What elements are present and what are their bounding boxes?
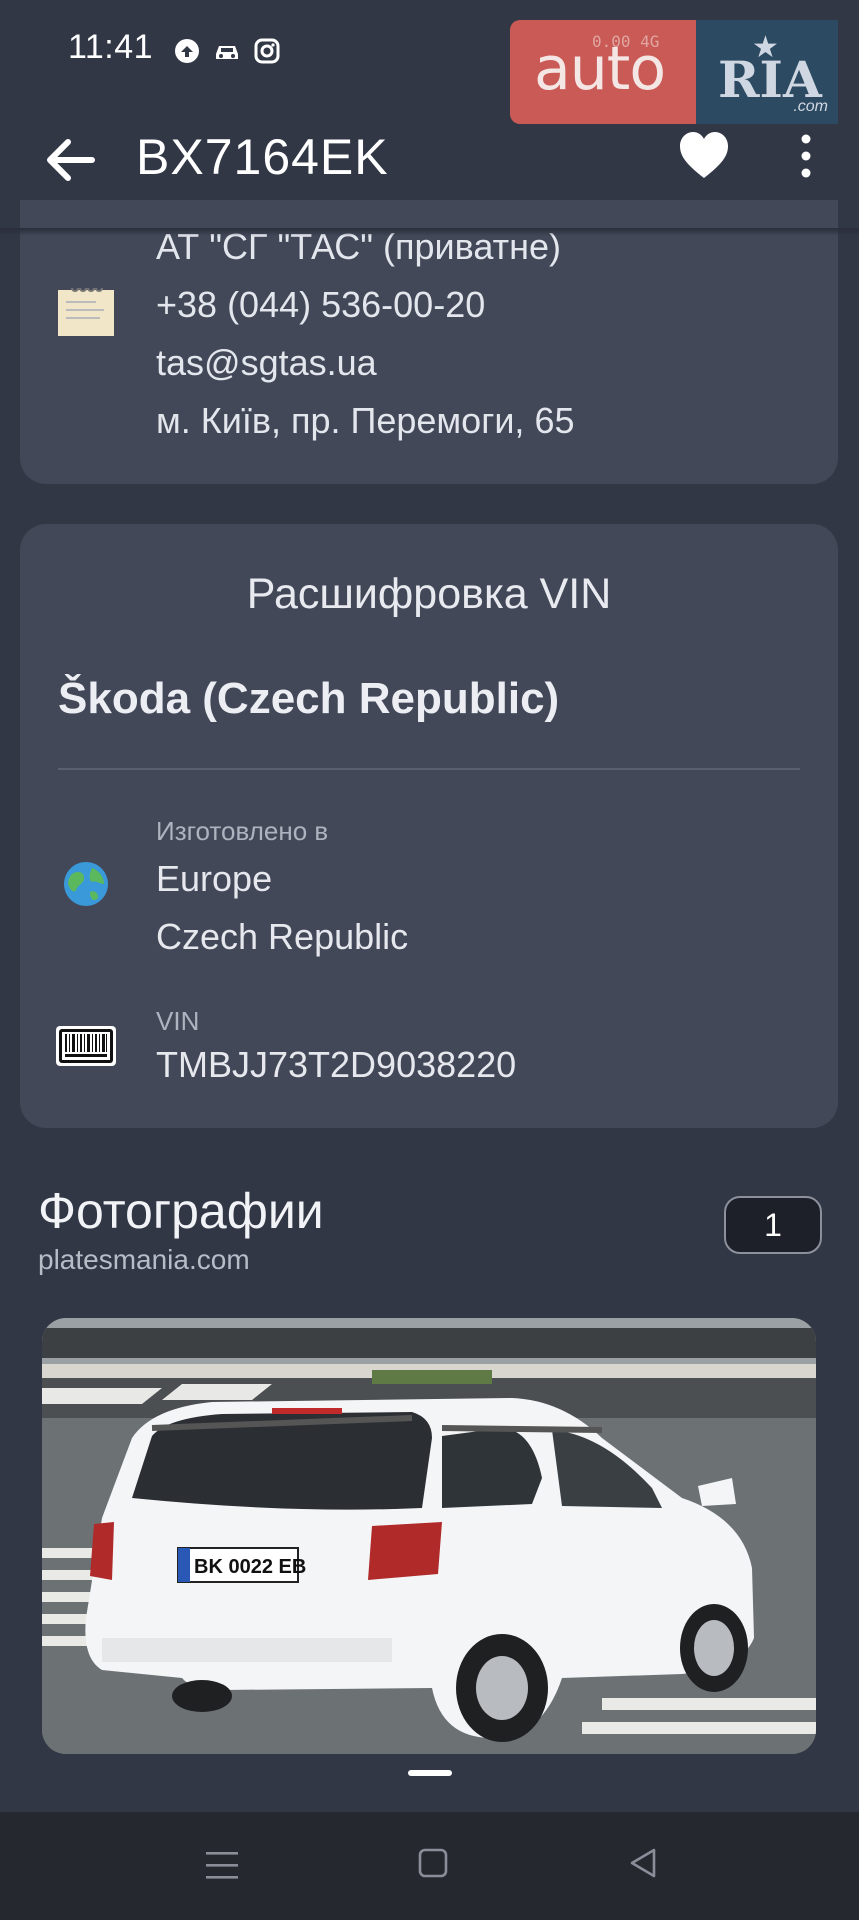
insurer-address: м. Київ, пр. Перемоги, 65 (156, 400, 575, 441)
network-indicator: 0.00 4G (592, 32, 660, 51)
scroll-indicator (408, 1770, 452, 1776)
insurer-email[interactable]: tas@sgtas.ua (156, 342, 377, 384)
document-icon (58, 287, 114, 336)
made-in-label: Изготовлено в (156, 816, 329, 846)
back-nav-icon[interactable] (626, 1846, 660, 1880)
autoria-logo-ria: ★ RIA .com (696, 20, 838, 124)
vehicle-brand: Škoda (Czech Republic) (58, 674, 560, 723)
status-icons (172, 36, 282, 66)
instagram-icon (254, 38, 280, 64)
globe-icon (64, 862, 108, 906)
logo-com-text: .com (793, 98, 828, 115)
back-arrow-icon[interactable] (40, 130, 100, 190)
home-icon[interactable] (416, 1846, 450, 1880)
status-time: 11:41 (68, 28, 154, 66)
vin-decode-card: Расшифровка VIN Škoda (Czech Republic) И… (20, 524, 838, 1128)
more-vert-icon[interactable] (786, 132, 826, 182)
made-in-country: Czech Republic (156, 916, 409, 957)
vin-label: VIN (156, 1006, 200, 1036)
vin-card-title: Расшифровка VIN (246, 570, 612, 618)
page-title: BX7164EK (136, 129, 389, 185)
car-photo[interactable]: BK 0022 EB (42, 1318, 816, 1754)
system-nav-bar (0, 1812, 859, 1920)
license-plate-text: BK 0022 EB (194, 1556, 306, 1578)
menu-icon[interactable] (204, 1848, 240, 1882)
app-notification-icon (175, 39, 199, 63)
heart-icon[interactable] (676, 128, 732, 184)
insurer-card: АТ "СГ "ТАС" (приватне) +38 (044) 536-00… (20, 200, 838, 484)
vin-value[interactable]: TMBJJ73T2D9038220 (156, 1044, 516, 1086)
photos-source[interactable]: platesmania.com (38, 1244, 250, 1276)
photos-title: Фотографии (38, 1183, 324, 1239)
divider (58, 768, 800, 770)
barcode-icon (56, 1026, 116, 1066)
made-in-region: Europe (156, 858, 273, 899)
appbar-shadow (0, 228, 859, 236)
car-icon (216, 46, 238, 59)
insurer-phone[interactable]: +38 (044) 536-00-20 (156, 284, 485, 326)
car-photo-image: BK 0022 EB (42, 1318, 816, 1754)
photos-count-badge[interactable]: 1 (724, 1196, 822, 1254)
